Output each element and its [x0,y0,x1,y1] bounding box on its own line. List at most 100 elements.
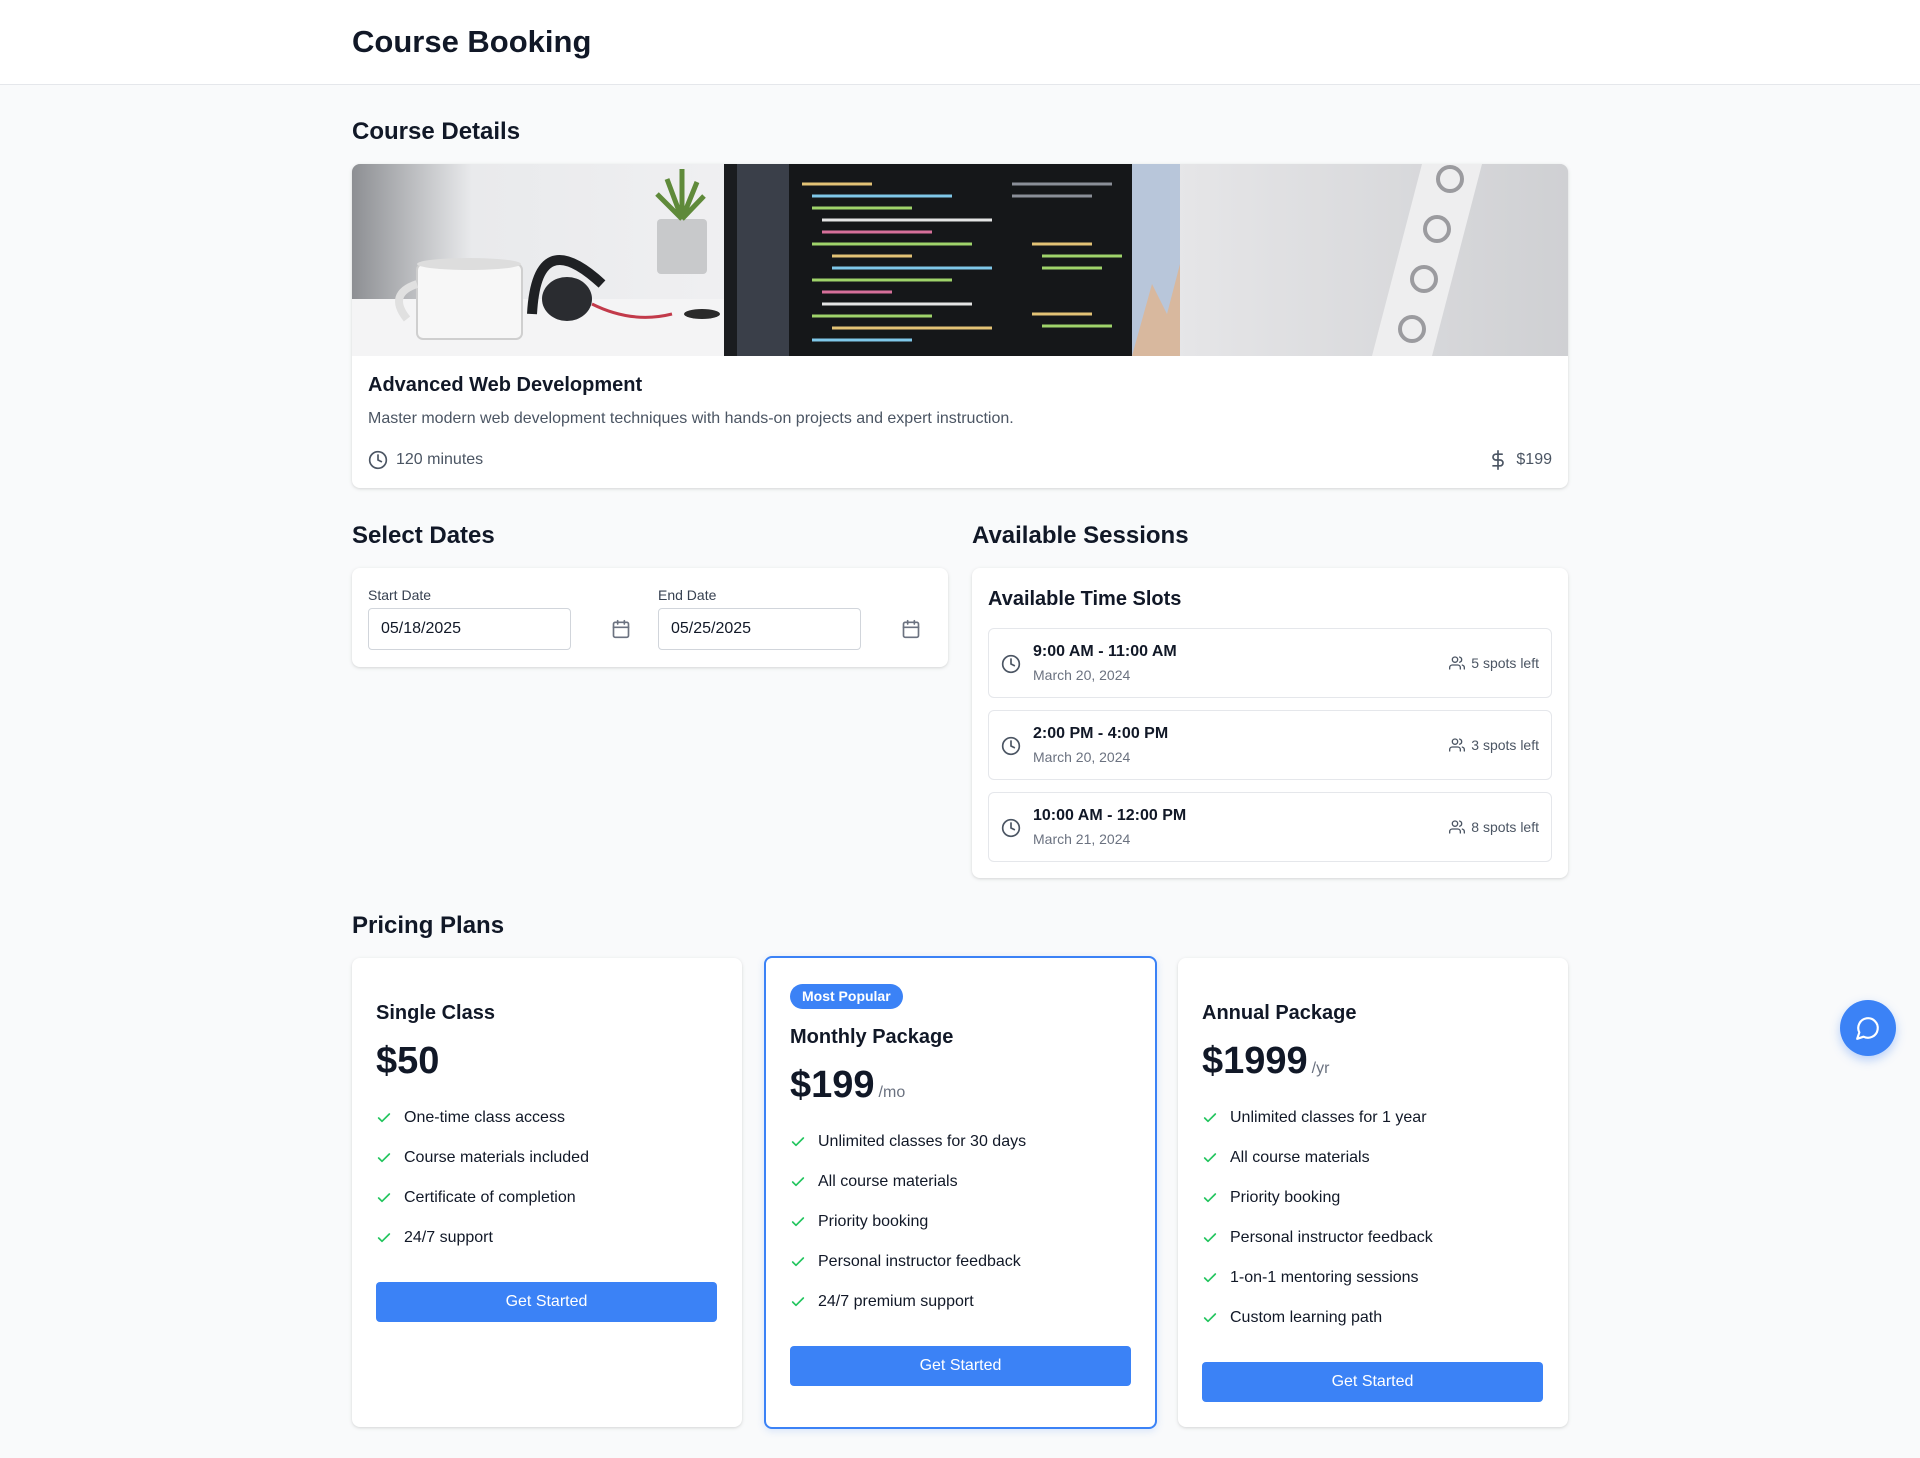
plan-feature-label: Certificate of completion [404,1189,576,1206]
check-icon [377,1233,391,1243]
course-description: Master modern web development techniques… [368,410,1014,427]
start-date-input[interactable] [368,608,571,650]
slot-spots-label: 5 spots left [1471,655,1539,671]
plan-card-annual-package: Annual Package $1999 /yr Unlimited class… [1178,958,1568,1427]
dates-card: Start Date End Date [352,568,948,667]
slot-time: 2:00 PM - 4:00 PM [1033,725,1169,742]
check-icon [1203,1193,1217,1203]
course-duration-label: 120 minutes [396,451,484,468]
plan-price: $199 /mo [790,1064,905,1107]
course-price: $199 [1488,450,1552,470]
plan-features: Unlimited classes for 1 year All course … [1202,1098,1433,1338]
plan-feature-label: 24/7 support [404,1229,493,1246]
plan-feature: Unlimited classes for 30 days [790,1122,1026,1162]
clock-icon [1001,736,1021,756]
available-sessions-heading: Available Sessions [972,522,1189,549]
plan-feature: 24/7 support [376,1218,589,1258]
plan-feature-label: Course materials included [404,1149,589,1166]
time-slot[interactable]: 9:00 AM - 11:00 AM March 20, 2024 5 spot… [988,628,1552,698]
end-date-input[interactable] [658,608,861,650]
plan-feature-label: Unlimited classes for 1 year [1230,1109,1427,1126]
plan-card-monthly-package: Most Popular Monthly Package $199 /mo Un… [764,956,1157,1429]
slot-spots-label: 3 spots left [1471,737,1539,753]
plan-name: Single Class [376,1002,495,1024]
slot-time: 9:00 AM - 11:00 AM [1033,643,1177,660]
select-dates-heading: Select Dates [352,522,495,549]
course-image [352,164,1568,356]
dollar-icon [1492,450,1505,470]
slot-time: 10:00 AM - 12:00 PM [1033,807,1187,824]
calendar-icon[interactable] [901,619,921,639]
chat-icon [1856,1017,1879,1040]
slot-spots: 3 spots left [1449,737,1539,753]
plan-feature: Certificate of completion [376,1178,589,1218]
plan-feature-label: Personal instructor feedback [1230,1229,1433,1246]
check-icon [377,1153,391,1163]
plan-name: Annual Package [1202,1002,1357,1024]
check-icon [791,1217,805,1227]
clock-icon [368,450,388,470]
check-icon [791,1137,805,1147]
users-icon [1449,738,1466,752]
plan-price-period: /yr [1311,1060,1330,1077]
get-started-button[interactable]: Get Started [376,1282,717,1322]
plan-feature-label: Priority booking [818,1213,929,1230]
course-card: Advanced Web Development Master modern w… [352,164,1568,488]
slot-date: March 21, 2024 [1033,831,1131,847]
chat-button[interactable] [1840,1000,1896,1056]
plan-feature: All course materials [1202,1138,1433,1178]
plan-feature-label: Custom learning path [1230,1309,1383,1326]
slot-spots-label: 8 spots left [1471,819,1539,835]
plan-feature-label: 24/7 premium support [818,1293,974,1310]
check-icon [791,1177,805,1187]
plan-feature: 24/7 premium support [790,1282,1026,1322]
course-price-label: $199 [1516,451,1552,468]
calendar-icon[interactable] [611,619,631,639]
check-icon [377,1113,391,1123]
course-details-heading: Course Details [352,118,521,145]
plan-price-period: /mo [878,1084,906,1101]
plan-feature: Unlimited classes for 1 year [1202,1098,1433,1138]
plan-price-amount: $199 [790,1064,875,1106]
plan-feature: Priority booking [1202,1178,1433,1218]
get-started-button[interactable]: Get Started [1202,1362,1543,1402]
slot-date: March 20, 2024 [1033,667,1131,683]
check-icon [1203,1313,1217,1323]
clock-icon [1001,818,1021,838]
time-slots-title: Available Time Slots [988,588,1182,610]
most-popular-badge: Most Popular [790,984,903,1009]
course-name: Advanced Web Development [368,374,643,396]
plan-price: $1999 /yr [1202,1040,1329,1083]
time-slot[interactable]: 10:00 AM - 12:00 PM March 21, 2024 8 spo… [988,792,1552,862]
time-slot[interactable]: 2:00 PM - 4:00 PM March 20, 2024 3 spots… [988,710,1552,780]
plan-features: One-time class access Course materials i… [376,1098,589,1258]
plan-feature: All course materials [790,1162,1026,1202]
slot-spots: 5 spots left [1449,655,1539,671]
plan-feature-label: All course materials [818,1173,958,1190]
users-icon [1449,656,1466,670]
pricing-plans-heading: Pricing Plans [352,912,505,939]
plan-feature: Priority booking [790,1202,1026,1242]
plan-price-amount: $1999 [1202,1040,1308,1082]
slot-date: March 20, 2024 [1033,749,1131,765]
plan-feature-label: Priority booking [1230,1189,1341,1206]
plan-feature: One-time class access [376,1098,589,1138]
plan-feature: Custom learning path [1202,1298,1433,1338]
slot-spots: 8 spots left [1449,819,1539,835]
page-title: Course Booking [352,24,592,59]
check-icon [1203,1153,1217,1163]
plan-feature-label: One-time class access [404,1109,565,1126]
plan-price: $50 [376,1040,439,1083]
check-icon [377,1193,391,1203]
start-date-label: Start Date [368,587,432,603]
users-icon [1449,820,1466,834]
check-icon [1203,1113,1217,1123]
course-duration: 120 minutes [368,450,483,470]
check-icon [791,1297,805,1307]
get-started-button[interactable]: Get Started [790,1346,1131,1386]
end-date-label: End Date [658,587,717,603]
plan-feature: Personal instructor feedback [790,1242,1026,1282]
check-icon [1203,1273,1217,1283]
plan-card-single-class: Single Class $50 One-time class access C… [352,958,742,1427]
plan-feature: Course materials included [376,1138,589,1178]
